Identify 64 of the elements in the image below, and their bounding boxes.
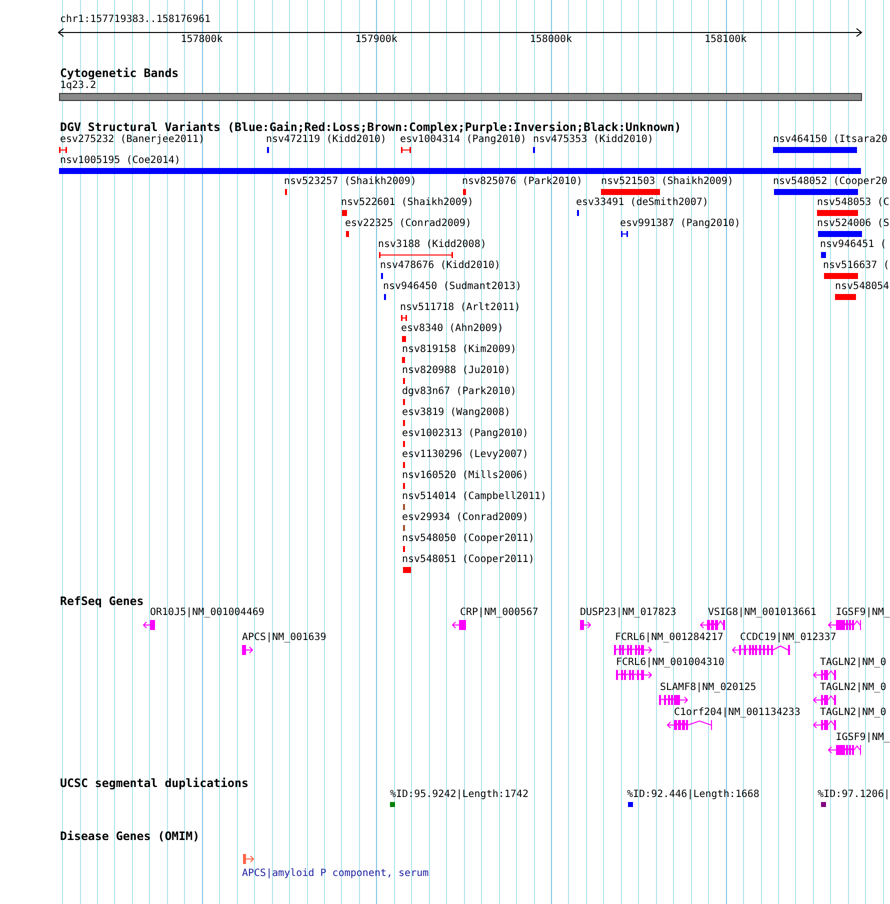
variant-label: nsv3188 (Kidd2008) — [378, 239, 486, 251]
variant-label: esv3819 (Wang2008) — [402, 407, 510, 419]
gene-label: TAGLN2|NM_0 — [820, 682, 886, 694]
variant-label: nsv946451 ( — [820, 239, 886, 251]
variant-label: nsv820988 (Ju2010) — [402, 365, 510, 377]
variant-label: nsv548050 (Cooper2011) — [402, 533, 534, 545]
variant-label: nsv548053 (C — [817, 197, 890, 209]
track-title: RefSeq Genes — [60, 594, 144, 608]
gene-label: DUSP23|NM_017823 — [580, 607, 676, 619]
tick-label: 158000k — [530, 34, 572, 46]
track-title: Disease Genes (OMIM) — [60, 830, 200, 842]
segdup-label: %ID:97.1206| — [818, 789, 890, 801]
variant-label: nsv1005195 (Coe2014) — [60, 155, 180, 167]
variant-label: esv8340 (Ahn2009) — [401, 323, 504, 335]
variant-label: nsv548054 — [835, 281, 890, 293]
track-title: UCSC segmental duplications — [60, 776, 248, 790]
variant-label: nsv464150 (Itsara20 — [773, 134, 888, 146]
gene-label: IGSF9|NM_ — [836, 607, 890, 619]
variant-label: esv275232 (Banerjee2011) — [60, 134, 204, 146]
track-title: Cytogenetic Bands — [60, 66, 179, 80]
variant-label: nsv478676 (Kidd2010) — [380, 260, 500, 272]
variant-label: nsv472119 (Kidd2010) — [266, 134, 386, 146]
track-title: DGV Structural Variants (Blue:Gain;Red:Loss;Brown:Complex;Purple:Inversion;Black:Unknown) — [60, 120, 682, 134]
gene-label: APCS|NM_001639 — [242, 632, 326, 644]
variant-label: esv1004314 (Pang2010) — [400, 134, 526, 146]
gene-label: OR10J5|NM_001004469 — [150, 607, 264, 619]
ruler-label: chr1:157719383..158176961 — [60, 14, 211, 26]
gene-label: C1orf204|NM_001134233 — [674, 707, 800, 719]
variant-label: esv33491 (deSmith2007) — [576, 197, 708, 209]
variant-label: esv991387 (Pang2010) — [620, 218, 740, 230]
tick-label: 158100k — [704, 34, 747, 46]
gene-label: CRP|NM_000567 — [460, 607, 538, 619]
variant-label: esv1002313 (Pang2010) — [402, 428, 528, 440]
gene-label: VSIG8|NM_001013661 — [708, 607, 816, 619]
variant-label: nsv514014 (Campbell2011) — [402, 491, 546, 503]
variant-label: esv1130296 (Levy2007) — [402, 449, 528, 461]
variant-label: esv22325 (Conrad2009) — [345, 218, 472, 230]
band-label: 1q23.2 — [60, 80, 96, 92]
variant-label: esv29934 (Conrad2009) — [402, 512, 528, 524]
variant-label: dgv83n67 (Park2010) — [402, 386, 516, 398]
gene-label: SLAMF8|NM_020125 — [660, 682, 756, 694]
variant-label: nsv946450 (Sudmant2013) — [383, 281, 522, 293]
variant-label: nsv523257 (Shaikh2009) — [284, 176, 416, 188]
variant-label: nsv825076 (Park2010) — [462, 176, 582, 188]
gene-label: FCRL6|NM_001004310 — [616, 657, 724, 669]
variant-label: nsv522601 (Shaikh2009) — [341, 197, 474, 209]
gene-label: TAGLN2|NM_0 — [820, 707, 886, 719]
variant-label: nsv548052 (Cooper20 — [773, 176, 888, 188]
variant-label: nsv160520 (Mills2006) — [402, 470, 528, 482]
variant-label: nsv548051 (Cooper2011) — [402, 554, 534, 566]
variant-label: nsv524006 (S — [817, 218, 890, 230]
variant-label: nsv475353 (Kidd2010) — [533, 134, 654, 146]
tick-label: 157800k — [180, 34, 223, 46]
gene-label: FCRL6|NM_001284217 — [615, 632, 724, 644]
gene-label: IGSF9|NM_ — [836, 732, 890, 744]
segdup-label: %ID:92.446|Length:1668 — [627, 789, 760, 801]
variant-label: nsv819158 (Kim2009) — [402, 344, 516, 356]
tick-label: 157900k — [355, 34, 398, 46]
gene-label: TAGLN2|NM_0 — [820, 657, 886, 669]
variant-label: nsv511718 (Arlt2011) — [400, 302, 520, 314]
variant-label: nsv516637 ( — [823, 260, 890, 272]
gene-label: CCDC19|NM_012337 — [740, 632, 836, 644]
segdup-label: %ID:95.9242|Length:1742 — [390, 789, 528, 801]
variant-label: nsv521503 (Shaikh2009) — [601, 176, 734, 188]
